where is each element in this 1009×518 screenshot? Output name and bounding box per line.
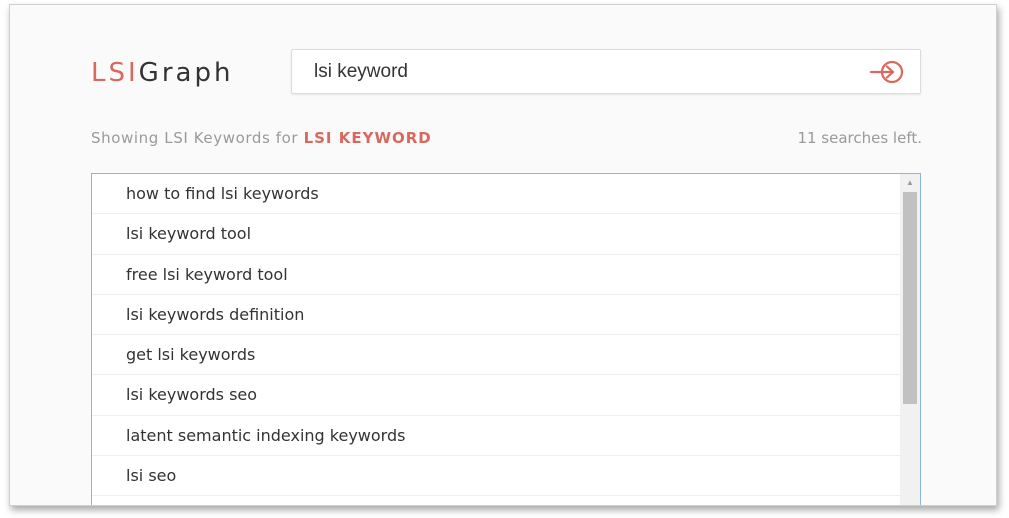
results-heading-prefix: Showing LSI Keywords for <box>91 129 304 147</box>
logo-lsi: LSI <box>91 58 139 88</box>
list-item[interactable]: lsi seo <box>92 456 900 497</box>
scrollbar-thumb[interactable] <box>903 192 917 404</box>
app-window: LSIGraph Showing LSI Keywords for LSI KE… <box>9 4 997 506</box>
sign-in-arrow-icon[interactable] <box>868 59 906 85</box>
list-item[interactable]: latent semantic indexing keywords <box>92 416 900 457</box>
searches-left-counter: 11 searches left. <box>797 129 922 147</box>
search-box <box>291 49 921 94</box>
lsigraph-logo[interactable]: LSIGraph <box>91 57 233 89</box>
list-item[interactable]: how to find lsi keywords <box>92 174 900 215</box>
search-input[interactable] <box>314 50 834 93</box>
list-item[interactable]: free lsi keyword tool <box>92 255 900 295</box>
list-item[interactable]: lsi keywords definition <box>92 295 900 336</box>
logo-graph: Graph <box>138 58 234 88</box>
list-item[interactable]: lsi keywords seo <box>92 375 900 416</box>
results-heading: Showing LSI Keywords for LSI KEYWORD <box>91 129 432 147</box>
results-scrollbar[interactable]: ▲ <box>900 174 920 505</box>
triangle-up-icon[interactable]: ▲ <box>900 176 920 190</box>
results-heading-keyword: LSI KEYWORD <box>303 129 432 147</box>
list-item[interactable]: get lsi keywords <box>92 335 900 376</box>
results-list[interactable]: how to find lsi keywords lsi keyword too… <box>91 173 921 505</box>
list-item[interactable]: lsi keyword tool <box>92 214 900 255</box>
